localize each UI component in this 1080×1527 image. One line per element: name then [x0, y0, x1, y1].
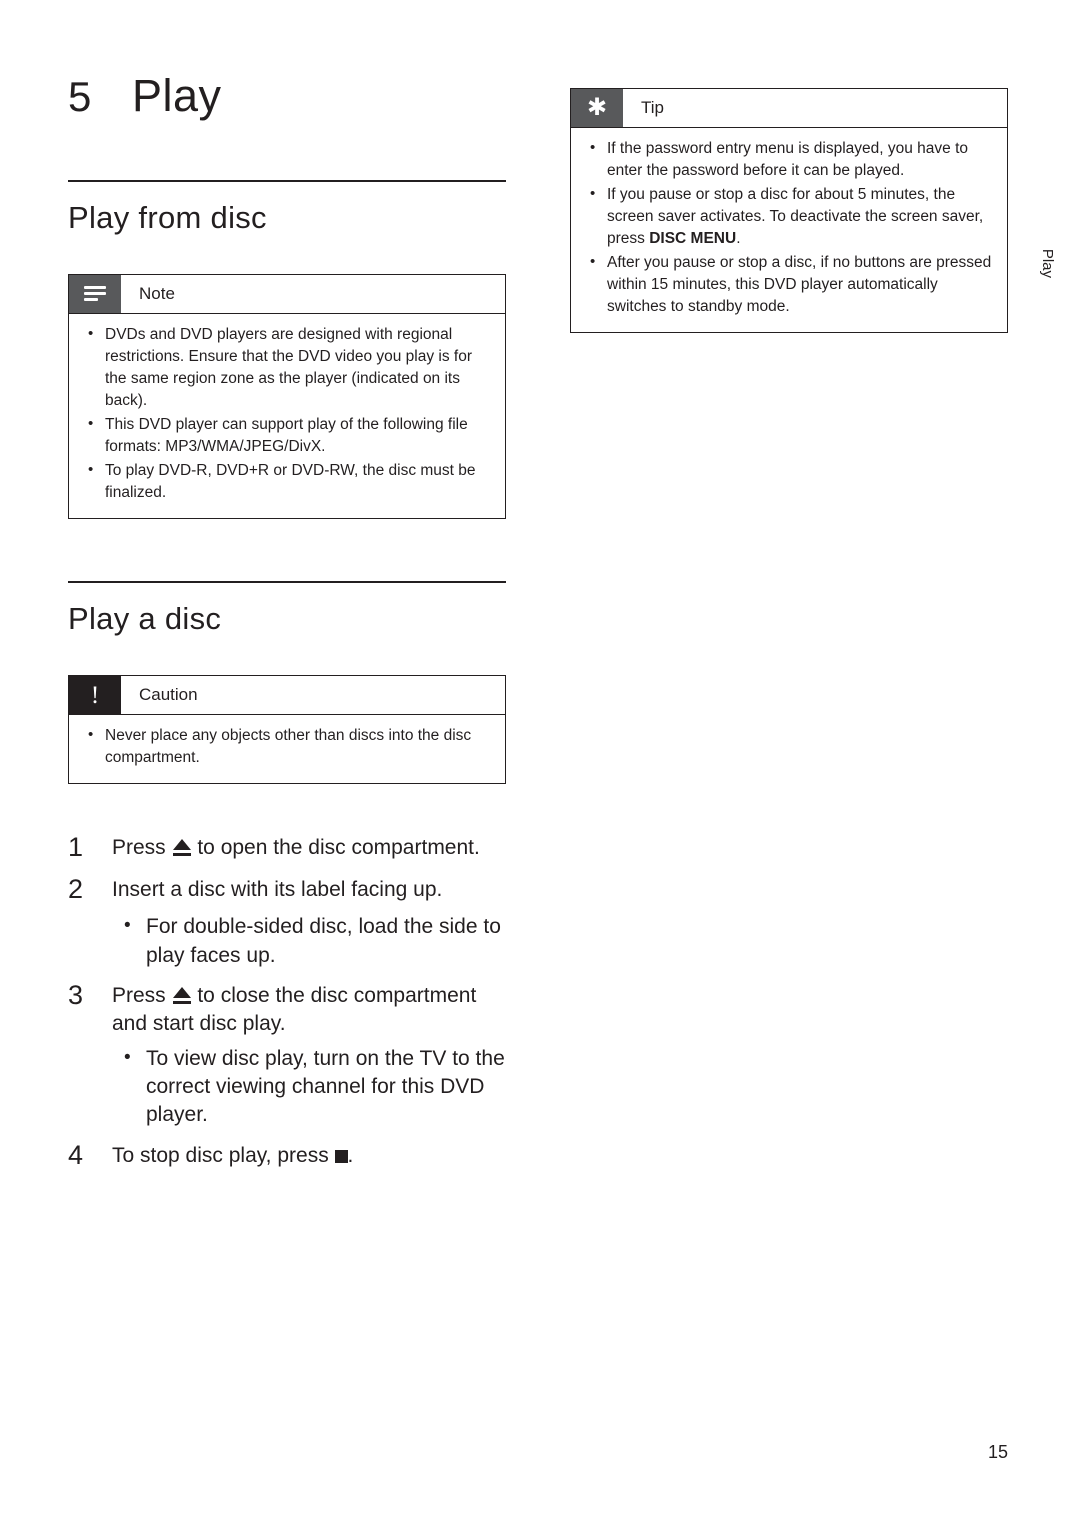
note-list: DVDs and DVD players are designed with r… — [83, 323, 491, 504]
list-item: To view disc play, turn on the TV to the… — [112, 1045, 508, 1130]
exclamation-icon: ! — [69, 676, 121, 714]
step-text-before: To stop disc play, press — [112, 1143, 335, 1167]
list-item: If the password entry menu is displayed,… — [585, 137, 993, 182]
step-number: 4 — [68, 1139, 84, 1170]
step-text-before: Press — [112, 836, 172, 859]
tip-text: If the password entry menu is displayed,… — [607, 140, 969, 179]
exclamation-icon-glyph: ! — [90, 681, 100, 709]
note-callout: Note DVDs and DVD players are designed w… — [68, 274, 506, 519]
step-3: 3 Press to close the disc compartment an… — [68, 978, 508, 1039]
step-2-sub-list: For double-sided disc, load the side to … — [68, 913, 508, 970]
step-text: Insert a disc with its label facing up. — [112, 877, 443, 901]
note-lines-icon — [69, 275, 121, 313]
left-column: 5 Play Play from disc Note DVDs and DVD … — [68, 70, 508, 1179]
chapter-title: Play — [132, 70, 222, 121]
step-number: 2 — [68, 873, 84, 904]
side-tab-label: Play — [1039, 248, 1056, 278]
section-heading-play-from-disc: Play from disc — [68, 200, 267, 235]
step-text-after: . — [347, 1143, 354, 1167]
caution-callout-label: Caution — [139, 685, 198, 704]
step-text: Press to close the disc compartment and … — [112, 978, 508, 1039]
step-2: 2 Insert a disc with its label facing up… — [68, 872, 508, 908]
eject-icon — [172, 986, 192, 1004]
tip-callout-header: ✱ Tip — [571, 89, 1007, 128]
note-callout-body: DVDs and DVD players are designed with r… — [69, 314, 505, 518]
document-page: 5 Play Play from disc Note DVDs and DVD … — [0, 0, 1080, 1527]
caution-callout-header: ! Caution — [69, 676, 505, 715]
page-number: 15 — [988, 1442, 1009, 1462]
list-item: Never place any objects other than discs… — [83, 724, 491, 769]
step-3-sub-list: To view disc play, turn on the TV to the… — [68, 1045, 508, 1130]
step-text-before: Press — [112, 983, 172, 1007]
caution-callout: ! Caution Never place any objects other … — [68, 675, 506, 784]
list-item: This DVD player can support play of the … — [83, 413, 491, 458]
tip-bold-term: DISC MENU — [649, 230, 737, 247]
stop-icon — [334, 1149, 348, 1163]
list-item: To play DVD-R, DVD+R or DVD-RW, the disc… — [83, 459, 491, 504]
step-1: 1 Press to open the disc compartment. — [68, 830, 508, 866]
note-lines-icon-glyph — [84, 286, 106, 302]
step-text: Press to open the disc compartment. — [112, 830, 480, 862]
tip-callout: ✱ Tip If the password entry menu is disp… — [570, 88, 1008, 333]
asterisk-icon-glyph: ✱ — [586, 94, 608, 121]
section-divider-1 — [68, 180, 506, 182]
caution-list: Never place any objects other than discs… — [83, 724, 491, 769]
step-text-after: to open the disc compartment. — [191, 836, 480, 859]
step-number: 1 — [68, 832, 84, 862]
list-item: If you pause or stop a disc for about 5 … — [585, 183, 993, 250]
chapter-number: 5 — [68, 73, 92, 120]
asterisk-icon: ✱ — [571, 89, 623, 127]
tip-text: After you pause or stop a disc, if no bu… — [607, 254, 992, 315]
section-divider-2 — [68, 581, 506, 583]
list-item: DVDs and DVD players are designed with r… — [83, 323, 491, 412]
right-column: ✱ Tip If the password entry menu is disp… — [570, 88, 1008, 333]
step-text: To stop disc play, press . — [112, 1138, 353, 1170]
note-callout-label: Note — [139, 284, 175, 303]
tip-callout-label: Tip — [641, 98, 664, 117]
caution-callout-body: Never place any objects other than discs… — [69, 715, 505, 783]
step-number: 3 — [68, 979, 84, 1010]
eject-icon — [172, 838, 192, 856]
section-heading-play-a-disc: Play a disc — [68, 601, 222, 636]
tip-list: If the password entry menu is displayed,… — [585, 137, 993, 318]
chapter-heading: 5 Play — [68, 70, 508, 122]
steps-list: 1 Press to open the disc compartment. 2 … — [68, 830, 508, 1173]
note-callout-header: Note — [69, 275, 505, 314]
list-item: After you pause or stop a disc, if no bu… — [585, 251, 993, 318]
tip-text-suffix: . — [736, 230, 741, 247]
tip-callout-body: If the password entry menu is displayed,… — [571, 128, 1007, 332]
step-4: 4 To stop disc play, press . — [68, 1138, 508, 1174]
list-item: For double-sided disc, load the side to … — [112, 913, 508, 970]
